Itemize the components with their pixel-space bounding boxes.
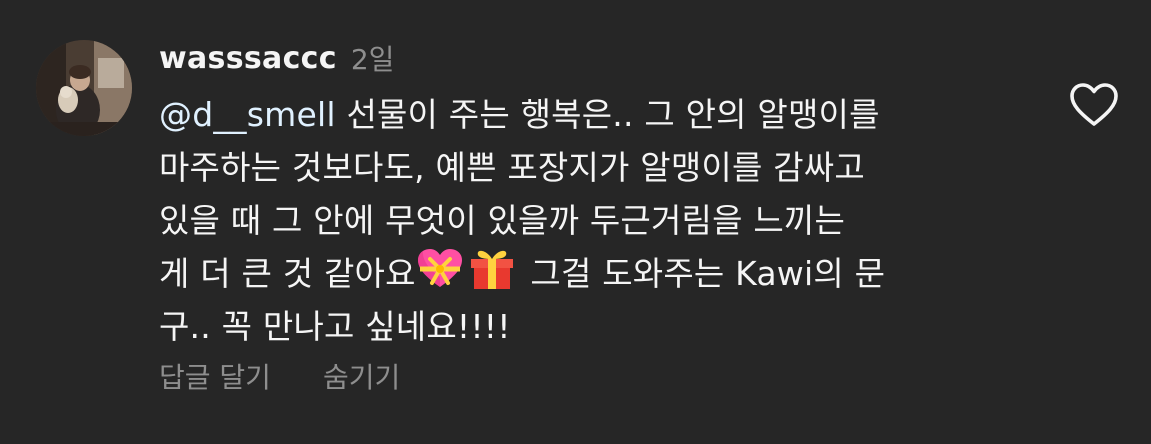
comment-text-part: 선물이 주는 행복은.. 그 안의 알맹이를	[346, 95, 880, 134]
timestamp: 2일	[350, 43, 395, 76]
comment-body: wasssaccc 2일 @d__smell 선물이 주는 행복은.. 그 안의…	[159, 36, 1039, 353]
comment-line-4: 게 더 큰 것 같아요 그걸 도와주는 Kawi의 문	[159, 247, 1039, 300]
comment-line-6: 구.. 꼭 만나고 싶네요!!!!	[159, 307, 511, 346]
heart-icon	[1070, 83, 1118, 126]
mention-link[interactable]: @d__smell	[159, 95, 336, 134]
like-button[interactable]	[1069, 82, 1119, 128]
comment-line-1: @d__smell 선물이 주는 행복은.. 그 안의 알맹이를	[159, 88, 1039, 141]
username-link[interactable]: wasssaccc	[159, 41, 337, 76]
comment-line-3: 있을 때 그 안에 무엇이 있을까 두근거림을 느끼는	[159, 201, 846, 240]
wrapped-gift-icon	[468, 247, 516, 291]
comment-item: wasssaccc 2일 @d__smell 선물이 주는 행복은.. 그 안의…	[0, 0, 1151, 444]
hide-button[interactable]: 숨기기	[323, 356, 400, 396]
comment-line-2: 마주하는 것보다도, 예쁜 포장지가 알맹이를 감싸고	[159, 148, 865, 187]
comment-meta: wasssaccc 2일	[159, 36, 1039, 80]
comment-text-part: 그걸 도와주는 Kawi의 문	[530, 254, 886, 293]
avatar[interactable]	[36, 40, 132, 136]
comment-actions: 답글 달기 숨기기	[159, 356, 400, 396]
comment-text: @d__smell 선물이 주는 행복은.. 그 안의 알맹이를 마주하는 것보…	[159, 88, 1039, 353]
avatar-photo-icon	[36, 40, 132, 136]
comment-text-part: 게 더 큰 것 같아요	[159, 254, 416, 293]
reply-button[interactable]: 답글 달기	[159, 356, 271, 396]
heart-with-ribbon-icon	[416, 247, 464, 291]
